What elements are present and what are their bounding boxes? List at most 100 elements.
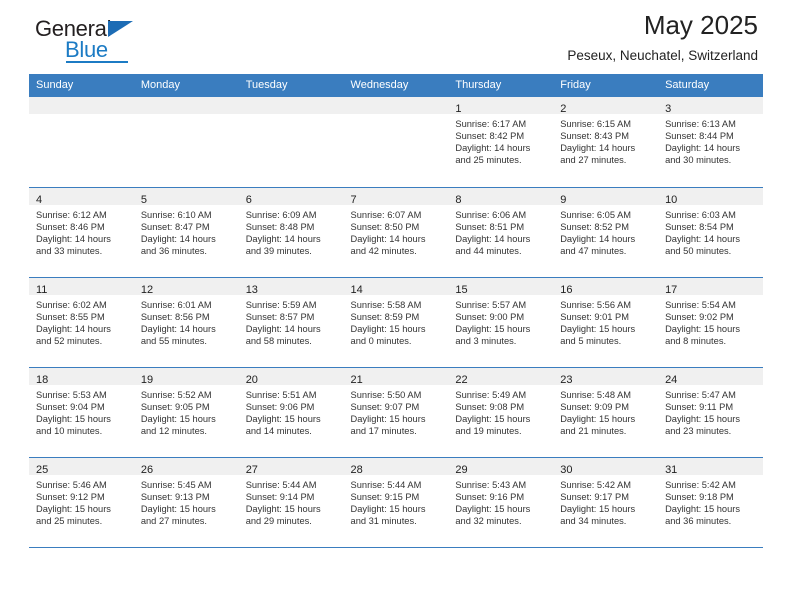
weekday-wednesday: Wednesday xyxy=(343,74,449,97)
date-bar: 1 xyxy=(448,97,554,115)
sunrise-text: Sunrise: 5:51 AM xyxy=(245,389,317,400)
date-bar: 22 xyxy=(448,367,554,386)
day-cell[interactable]: 7 Sunrise: 6:07 AM Sunset: 8:50 PM Dayli… xyxy=(343,187,449,278)
sunrise-text: Sunrise: 6:09 AM xyxy=(245,209,317,220)
day-cell[interactable]: 23 Sunrise: 5:48 AM Sunset: 9:09 PM Dayl… xyxy=(553,367,659,458)
sunset-text: Sunset: 8:44 PM xyxy=(665,131,734,142)
day-info: Sunrise: 6:06 AM Sunset: 8:51 PM Dayligh… xyxy=(448,205,553,257)
daylight-text-line2: and 10 minutes. xyxy=(36,425,103,436)
daylight-text-line2: and 42 minutes. xyxy=(350,245,417,256)
date-bar: 27 xyxy=(238,457,344,476)
sunrise-text: Sunrise: 5:58 AM xyxy=(350,299,422,310)
sunrise-text: Sunrise: 5:47 AM xyxy=(665,389,736,400)
weekday-friday: Friday xyxy=(553,74,659,97)
day-cell[interactable] xyxy=(29,97,134,188)
day-info: Sunrise: 5:59 AM Sunset: 8:57 PM Dayligh… xyxy=(239,295,344,347)
day-cell[interactable]: 31 Sunrise: 5:42 AM Sunset: 9:18 PM Dayl… xyxy=(658,457,763,548)
date-number: 3 xyxy=(665,103,672,115)
daylight-text-line2: and 39 minutes. xyxy=(245,245,312,256)
date-number: 12 xyxy=(140,283,154,296)
day-cell[interactable]: 12 Sunrise: 6:01 AM Sunset: 8:56 PM Dayl… xyxy=(133,277,239,368)
sunrise-text: Sunrise: 6:05 AM xyxy=(560,209,632,220)
day-cell[interactable]: 11 Sunrise: 6:02 AM Sunset: 8:55 PM Dayl… xyxy=(29,277,134,368)
daylight-text-line1: Daylight: 15 hours xyxy=(665,503,740,514)
sunrise-text: Sunrise: 5:43 AM xyxy=(455,479,527,490)
date-bar: 4 xyxy=(29,187,134,206)
day-cell[interactable]: 18 Sunrise: 5:53 AM Sunset: 9:04 PM Dayl… xyxy=(29,367,134,458)
day-info: Sunrise: 6:13 AM Sunset: 8:44 PM Dayligh… xyxy=(658,114,763,166)
daylight-text-line1: Daylight: 14 hours xyxy=(665,143,740,154)
day-cell[interactable]: 20 Sunrise: 5:51 AM Sunset: 9:06 PM Dayl… xyxy=(238,367,344,458)
day-cell[interactable]: 1 Sunrise: 6:17 AM Sunset: 8:42 PM Dayli… xyxy=(448,97,554,188)
day-cell[interactable]: 16 Sunrise: 5:56 AM Sunset: 9:01 PM Dayl… xyxy=(553,277,659,368)
day-cell[interactable] xyxy=(238,97,344,188)
sunset-text: Sunset: 9:02 PM xyxy=(665,311,734,322)
day-cell[interactable]: 30 Sunrise: 5:42 AM Sunset: 9:17 PM Dayl… xyxy=(553,457,659,548)
day-cell[interactable]: 9 Sunrise: 6:05 AM Sunset: 8:52 PM Dayli… xyxy=(553,187,659,278)
sunset-text: Sunset: 9:18 PM xyxy=(665,491,734,502)
date-bar: 9 xyxy=(553,187,659,206)
daylight-text-line2: and 58 minutes. xyxy=(245,335,312,346)
daylight-text-line2: and 14 minutes. xyxy=(245,425,312,436)
daylight-text-line1: Daylight: 15 hours xyxy=(350,413,426,424)
date-bar xyxy=(238,97,344,114)
sunset-text: Sunset: 8:57 PM xyxy=(245,311,315,322)
daylight-text-line2: and 17 minutes. xyxy=(350,425,417,436)
day-cell[interactable]: 13 Sunrise: 5:59 AM Sunset: 8:57 PM Dayl… xyxy=(238,277,344,368)
daylight-text-line2: and 44 minutes. xyxy=(455,245,522,256)
day-info: Sunrise: 5:47 AM Sunset: 9:11 PM Dayligh… xyxy=(658,385,763,437)
daylight-text-line2: and 29 minutes. xyxy=(245,515,312,526)
general-blue-logo[interactable]: General Blue xyxy=(35,16,215,68)
sunrise-text: Sunrise: 5:44 AM xyxy=(350,479,422,490)
day-cell[interactable]: 25 Sunrise: 5:46 AM Sunset: 9:12 PM Dayl… xyxy=(29,457,134,548)
day-cell[interactable]: 24 Sunrise: 5:47 AM Sunset: 9:11 PM Dayl… xyxy=(658,367,763,458)
date-bar: 11 xyxy=(29,277,134,296)
day-info: Sunrise: 5:50 AM Sunset: 9:07 PM Dayligh… xyxy=(344,385,449,437)
sunrise-text: Sunrise: 5:48 AM xyxy=(560,389,632,400)
day-info: Sunrise: 5:48 AM Sunset: 9:09 PM Dayligh… xyxy=(553,385,658,437)
day-cell[interactable]: 10 Sunrise: 6:03 AM Sunset: 8:54 PM Dayl… xyxy=(658,187,763,278)
daylight-text-line1: Daylight: 15 hours xyxy=(245,413,321,424)
day-cell[interactable]: 26 Sunrise: 5:45 AM Sunset: 9:13 PM Dayl… xyxy=(133,457,239,548)
weekday-saturday: Saturday xyxy=(658,74,763,97)
day-cell[interactable]: 27 Sunrise: 5:44 AM Sunset: 9:14 PM Dayl… xyxy=(238,457,344,548)
date-number: 5 xyxy=(140,193,147,206)
logo-underline xyxy=(66,61,128,63)
day-cell[interactable]: 28 Sunrise: 5:44 AM Sunset: 9:15 PM Dayl… xyxy=(343,457,449,548)
calendar-body: 1 Sunrise: 6:17 AM Sunset: 8:42 PM Dayli… xyxy=(29,97,763,548)
date-bar: 28 xyxy=(343,457,449,476)
daylight-text-line2: and 0 minutes. xyxy=(350,335,412,346)
day-cell[interactable]: 3 Sunrise: 6:13 AM Sunset: 8:44 PM Dayli… xyxy=(658,97,763,188)
day-cell[interactable]: 5 Sunrise: 6:10 AM Sunset: 8:47 PM Dayli… xyxy=(133,187,239,278)
day-cell[interactable]: 21 Sunrise: 5:50 AM Sunset: 9:07 PM Dayl… xyxy=(343,367,449,458)
day-cell[interactable]: 19 Sunrise: 5:52 AM Sunset: 9:05 PM Dayl… xyxy=(133,367,239,458)
day-cell[interactable]: 15 Sunrise: 5:57 AM Sunset: 9:00 PM Dayl… xyxy=(448,277,554,368)
date-number: 8 xyxy=(455,193,462,206)
day-cell[interactable]: 2 Sunrise: 6:15 AM Sunset: 8:43 PM Dayli… xyxy=(553,97,659,188)
daylight-text-line1: Daylight: 14 hours xyxy=(36,323,111,334)
day-cell[interactable]: 4 Sunrise: 6:12 AM Sunset: 8:46 PM Dayli… xyxy=(29,187,134,278)
sunset-text: Sunset: 8:47 PM xyxy=(140,221,210,232)
sunset-text: Sunset: 8:54 PM xyxy=(665,221,734,232)
weekday-monday: Monday xyxy=(133,74,239,97)
weekday-tuesday: Tuesday xyxy=(238,74,344,97)
day-info: Sunrise: 6:09 AM Sunset: 8:48 PM Dayligh… xyxy=(239,205,344,257)
date-bar: 15 xyxy=(448,277,554,296)
day-cell[interactable]: 22 Sunrise: 5:49 AM Sunset: 9:08 PM Dayl… xyxy=(448,367,554,458)
sunset-text: Sunset: 9:07 PM xyxy=(350,401,420,412)
sunset-text: Sunset: 8:51 PM xyxy=(455,221,525,232)
sunrise-text: Sunrise: 5:45 AM xyxy=(140,479,212,490)
day-cell[interactable]: 14 Sunrise: 5:58 AM Sunset: 8:59 PM Dayl… xyxy=(343,277,449,368)
day-info: Sunrise: 5:51 AM Sunset: 9:06 PM Dayligh… xyxy=(239,385,344,437)
date-number: 29 xyxy=(455,463,468,476)
sunrise-text: Sunrise: 5:46 AM xyxy=(36,479,107,490)
sunset-text: Sunset: 8:46 PM xyxy=(36,221,105,232)
day-cell[interactable]: 17 Sunrise: 5:54 AM Sunset: 9:02 PM Dayl… xyxy=(658,277,763,368)
day-cell[interactable]: 29 Sunrise: 5:43 AM Sunset: 9:16 PM Dayl… xyxy=(448,457,554,548)
day-cell[interactable]: 8 Sunrise: 6:06 AM Sunset: 8:51 PM Dayli… xyxy=(448,187,554,278)
day-cell[interactable] xyxy=(343,97,449,188)
sunset-text: Sunset: 8:43 PM xyxy=(560,131,629,142)
day-cell[interactable]: 6 Sunrise: 6:09 AM Sunset: 8:48 PM Dayli… xyxy=(238,187,344,278)
date-number: 24 xyxy=(665,373,678,386)
day-cell[interactable] xyxy=(133,97,239,188)
